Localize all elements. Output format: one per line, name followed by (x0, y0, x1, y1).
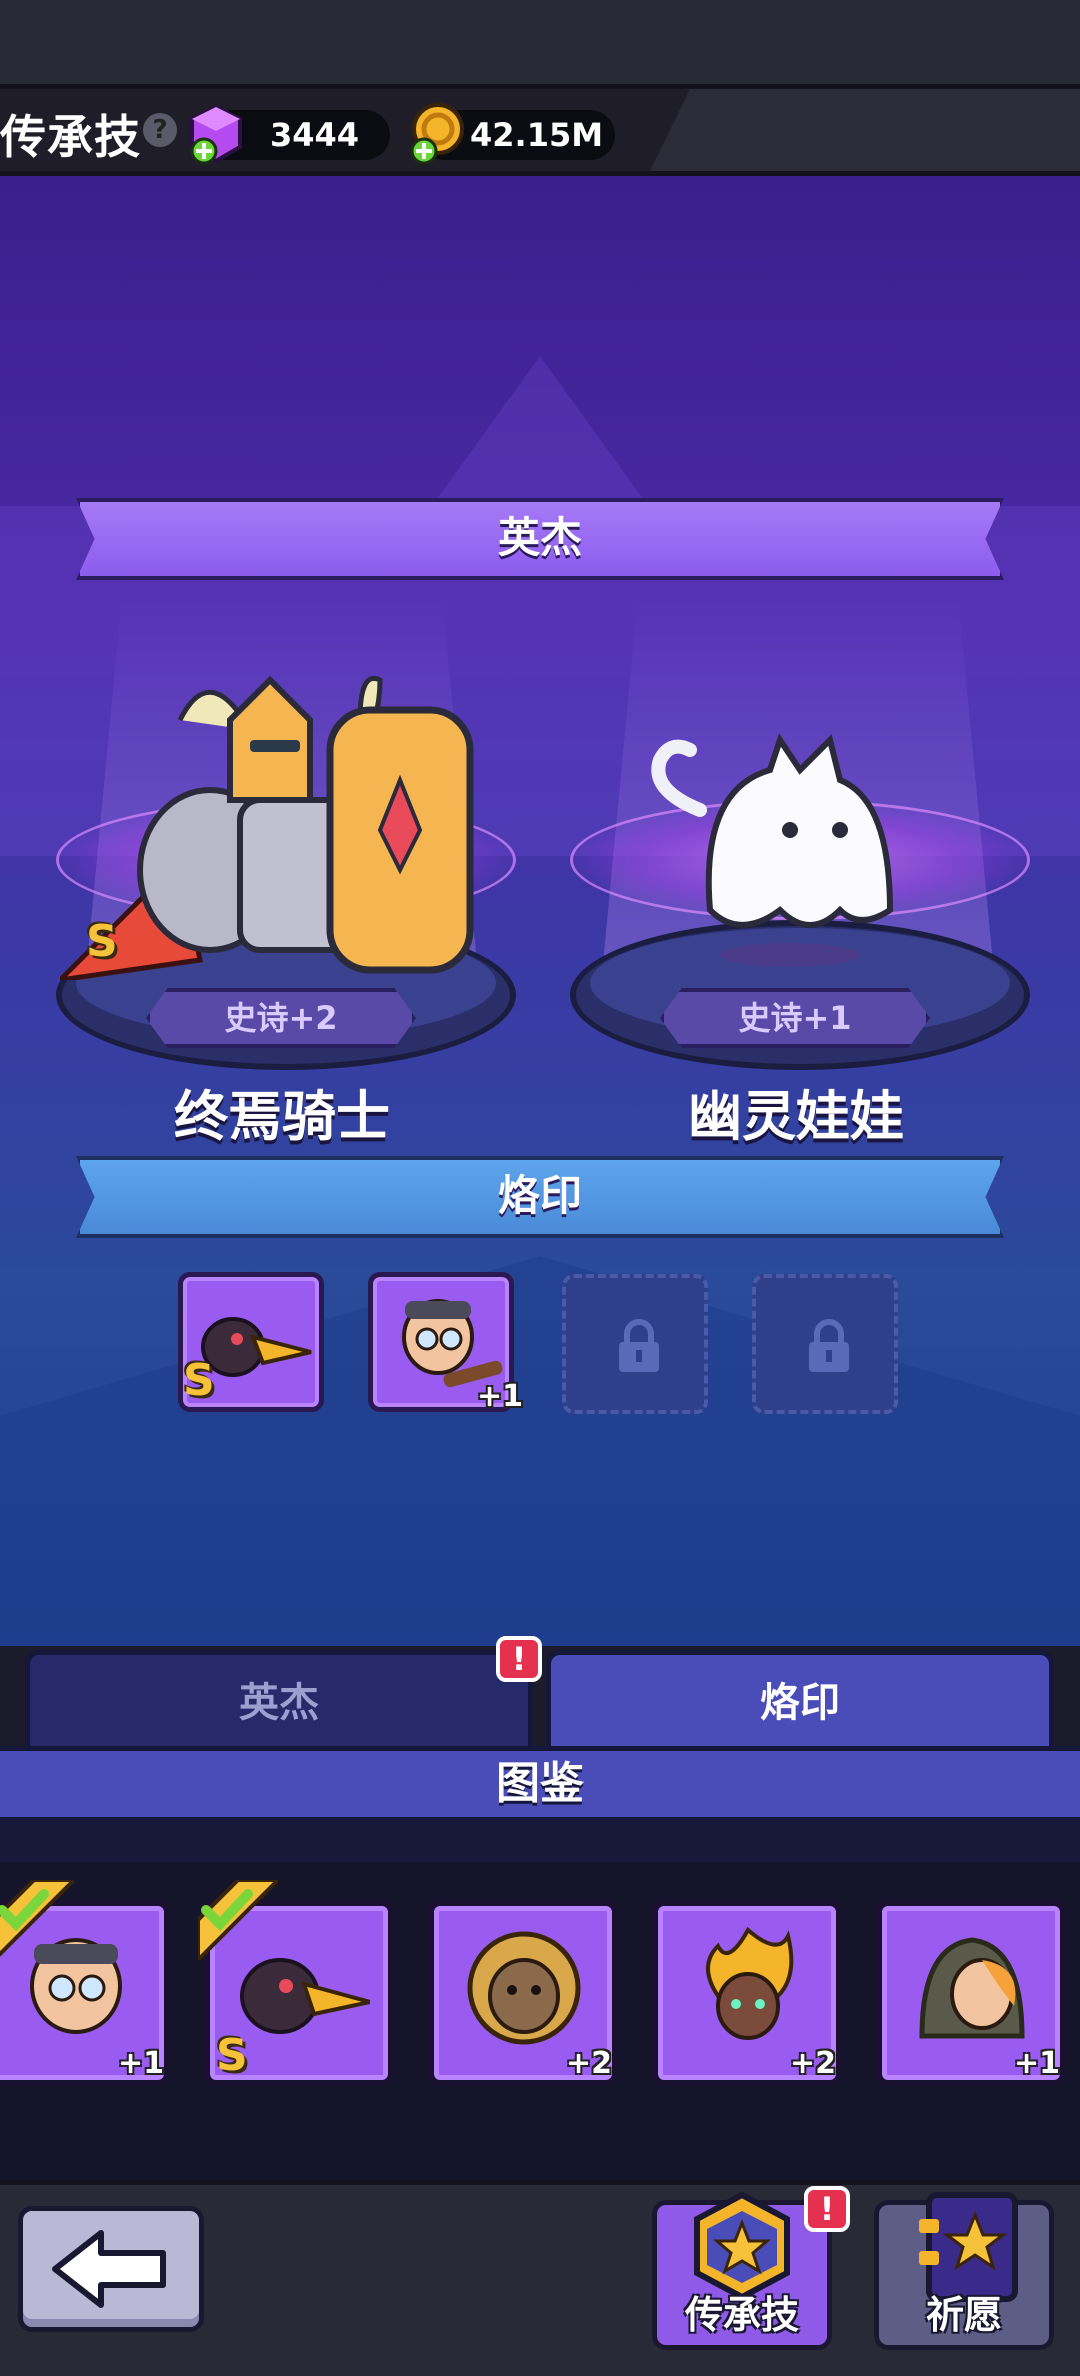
arrow-left-icon (52, 2230, 166, 2308)
heroes-ribbon: 英杰 (76, 498, 1004, 580)
collected-check-icon (0, 1880, 74, 1957)
codex-header: 图鉴 (0, 1746, 1080, 1822)
ghost-name: 幽灵娃娃 (688, 1085, 904, 1148)
tab-heroes-alert-icon: ! (496, 1636, 542, 1682)
inherit-alert-icon: ! (804, 2186, 850, 2232)
top-bar: 传承技 ? 3444 42.15M (0, 84, 1080, 176)
imprint-slot-1[interactable]: S (178, 1272, 324, 1412)
knight-rarity-badge: 史诗+2 (146, 988, 416, 1048)
lock-icon (619, 1319, 659, 1372)
lion-monk-portrait-icon (467, 1931, 581, 2045)
help-icon[interactable]: ? (143, 113, 177, 147)
imprint-slot-3-locked[interactable] (562, 1274, 708, 1414)
collected-check-icon (198, 1880, 278, 1960)
gold-add-icon[interactable] (406, 101, 468, 167)
slot-plus-badge: +1 (477, 1379, 524, 1414)
codex-card[interactable]: +2 (652, 1900, 842, 2086)
gem-amount: 3444 (270, 116, 360, 154)
imprint-slot-2[interactable]: +1 (368, 1272, 523, 1414)
ghost-rarity-badge: 史诗+1 (660, 988, 930, 1048)
gold-amount: 42.15M (470, 116, 604, 154)
tab-heroes[interactable]: 英杰 (25, 1650, 533, 1750)
imprint-slot-4-locked[interactable] (752, 1274, 898, 1414)
wish-button[interactable]: 祈愿 (874, 2192, 1054, 2350)
slot-grade-badge: S (183, 1355, 215, 1406)
ghost-doll-figure[interactable] (640, 730, 920, 970)
hooded-rogue-portrait-icon (919, 1937, 1025, 2039)
flame-warrior-portrait-icon (706, 1926, 794, 2040)
codex-card[interactable]: +1 (876, 1900, 1066, 2086)
status-strip (0, 0, 1080, 84)
knight-name: 终焉骑士 (174, 1085, 390, 1148)
gem-add-icon[interactable] (188, 103, 244, 167)
back-button[interactable] (18, 2206, 204, 2332)
doom-knight-figure[interactable] (60, 660, 490, 980)
tab-imprint[interactable]: 烙印 (546, 1650, 1054, 1750)
imprint-ribbon: 烙印 (76, 1156, 1004, 1238)
lock-icon (809, 1319, 849, 1372)
codex-card[interactable]: +2 (428, 1900, 618, 2086)
knight-grade-badge: S (86, 916, 118, 967)
page-title: 传承技 (0, 110, 141, 164)
